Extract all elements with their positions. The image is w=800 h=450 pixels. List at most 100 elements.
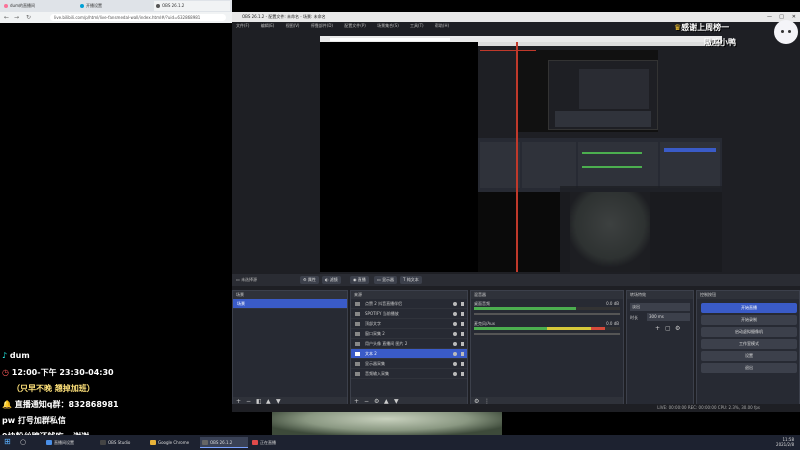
lock-icon[interactable] — [461, 302, 464, 306]
pw-line: pw 打号加群私信 — [2, 416, 66, 425]
tiktok-icon: ♪ — [2, 351, 8, 360]
menu-profile[interactable]: 配置文件(P) — [344, 23, 366, 28]
menu-tools[interactable]: 工具(T) — [410, 23, 424, 28]
scene-item[interactable]: 场景 — [233, 299, 347, 309]
menu-file[interactable]: 文件(F) — [236, 23, 249, 28]
filters-button[interactable]: ◐ 滤镜 — [322, 276, 341, 284]
filters-label: 滤镜 — [329, 277, 338, 282]
nested-meter — [582, 166, 642, 168]
menu-docks[interactable]: 停靠部件(D) — [311, 23, 333, 28]
browser-tab-label: dum的直播间 — [10, 3, 35, 8]
bilibili-icon — [4, 4, 8, 8]
menu-edit[interactable]: 编辑(E) — [261, 23, 275, 28]
eye-icon[interactable] — [453, 322, 457, 326]
menu-scene-collection[interactable]: 场景集合(S) — [377, 23, 399, 28]
browser-tab-strip: dum的直播间 开播设置 OBS 26.1.2 — [0, 0, 232, 12]
nested-controls — [660, 142, 720, 188]
overlay-name: 嗷呜小鸭 — [704, 38, 736, 47]
virtual-camera-button[interactable]: 启动虚拟摄像机 — [701, 327, 797, 337]
properties-button[interactable]: ⚙ 属性 — [300, 276, 319, 284]
preview-canvas[interactable] — [320, 36, 722, 272]
browser-source-icon — [355, 312, 360, 316]
back-icon[interactable]: ← — [4, 14, 9, 21]
sources-dock: 来源 点赞 2 抖音直播伴侣 SPOTIFY 当前播放 顶部文字 窗口采集 2 … — [350, 290, 468, 408]
chrome-icon — [150, 440, 156, 445]
taskbar-item-active[interactable]: OBS 26.1.2 — [200, 437, 248, 448]
browser-tab-1[interactable]: 开播设置 — [78, 1, 150, 11]
eye-icon[interactable] — [453, 312, 457, 316]
gear-icon[interactable]: ⚙ — [675, 325, 680, 332]
windows-start-icon[interactable]: ⊞ — [4, 437, 11, 446]
lock-icon[interactable] — [461, 322, 464, 326]
browser-tab-0[interactable]: dum的直播间 — [2, 1, 74, 11]
meter-level-red — [590, 327, 606, 330]
lock-icon[interactable] — [461, 332, 464, 336]
volume-meter — [474, 307, 620, 310]
eye-icon[interactable] — [453, 302, 457, 306]
taskbar-item[interactable]: 正在直播 — [250, 437, 300, 448]
volume-slider[interactable] — [474, 333, 620, 335]
taskbar-item[interactable]: OBS Studio — [98, 437, 146, 448]
source-item[interactable]: 用户头像 直播间 图片 2 — [351, 339, 467, 349]
settings-button[interactable]: 设置 — [701, 351, 797, 361]
sources-header: 来源 — [351, 291, 467, 299]
start-recording-button[interactable]: 开始录制 — [701, 315, 797, 325]
duration-input[interactable]: 300 ms — [647, 313, 690, 321]
lock-icon[interactable] — [461, 372, 464, 376]
meter-level — [474, 307, 577, 310]
taskbar-item[interactable]: 直播间设置 — [44, 437, 96, 448]
source-item[interactable]: 显示器采集 — [351, 359, 467, 369]
browser-tab-label: 开播设置 — [86, 3, 102, 8]
lock-icon[interactable] — [461, 342, 464, 346]
lock-icon[interactable] — [461, 352, 464, 356]
forward-icon[interactable]: → — [14, 14, 19, 21]
obs-icon — [100, 440, 106, 445]
mic-source-icon — [355, 372, 360, 376]
source-item[interactable]: 顶部文字 — [351, 319, 467, 329]
search-icon[interactable]: ○ — [20, 438, 26, 446]
bell-icon: 🔔 — [2, 400, 12, 409]
menu-help[interactable]: 帮助(H) — [435, 23, 449, 28]
studio-mode-button[interactable]: 工作室模式 — [701, 339, 797, 349]
source-item-selected[interactable]: 文本 2 — [351, 349, 467, 359]
display-button[interactable]: ▭ 显示器 — [374, 276, 398, 284]
reload-icon[interactable]: ↻ — [26, 14, 31, 21]
source-item[interactable]: SPOTIFY 当前播放 — [351, 309, 467, 319]
source-item[interactable]: 窗口采集 2 — [351, 329, 467, 339]
lock-icon[interactable] — [461, 312, 464, 316]
eye-icon[interactable] — [453, 342, 457, 346]
source-item[interactable]: 音频输入采集 — [351, 369, 467, 379]
exit-button[interactable]: 退出 — [701, 363, 797, 373]
nested-chat-area — [320, 42, 478, 272]
controls-header: 控制按钮 — [697, 291, 799, 299]
remove-icon[interactable]: ▢ — [665, 325, 671, 332]
eye-icon[interactable] — [453, 352, 457, 356]
text-button[interactable]: T 纯文本 — [400, 276, 422, 284]
eye-icon[interactable] — [453, 362, 457, 366]
add-icon[interactable]: + — [655, 325, 660, 332]
window-source-icon — [355, 332, 360, 336]
taskbar: ⊞ ○ 直播间设置 OBS Studio Google Chrome OBS 2… — [0, 435, 800, 450]
taskbar-label: 直播间设置 — [54, 440, 74, 445]
source-item[interactable]: 点赞 2 抖音直播伴侣 — [351, 299, 467, 309]
mascot-eye — [781, 30, 784, 33]
mixer-dock: 混音器 桌面音频 0.0 dB 麦克风/Aux 0.0 dB ⚙ ⋮ — [470, 290, 624, 408]
text-source-icon — [355, 352, 360, 356]
stream-button[interactable]: ◉ 直播 — [350, 276, 369, 284]
mascot-avatar — [774, 20, 798, 44]
obs-icon — [156, 4, 160, 8]
menu-view[interactable]: 视图(V) — [286, 23, 300, 28]
browser-tab-2[interactable]: OBS 26.1.2 — [154, 1, 230, 11]
eye-icon[interactable] — [453, 372, 457, 376]
address-bar[interactable]: live.bilibili.com/p/html/live-fansmedal-… — [50, 14, 226, 21]
system-tray-clock[interactable]: 11:58 2021/2/8 — [776, 437, 794, 447]
taskbar-item[interactable]: Google Chrome — [148, 437, 198, 448]
controls-dock: 控制按钮 开始直播 开始录制 启动虚拟摄像机 工作室模式 设置 退出 — [696, 290, 800, 408]
eye-icon[interactable] — [453, 332, 457, 336]
volume-slider[interactable] — [474, 313, 620, 315]
channel-db: 0.0 dB — [606, 301, 619, 306]
duration-label: 时长 — [630, 315, 638, 320]
lock-icon[interactable] — [461, 362, 464, 366]
transition-select[interactable]: 淡出 — [630, 303, 690, 311]
start-streaming-button[interactable]: 开始直播 — [701, 303, 797, 313]
